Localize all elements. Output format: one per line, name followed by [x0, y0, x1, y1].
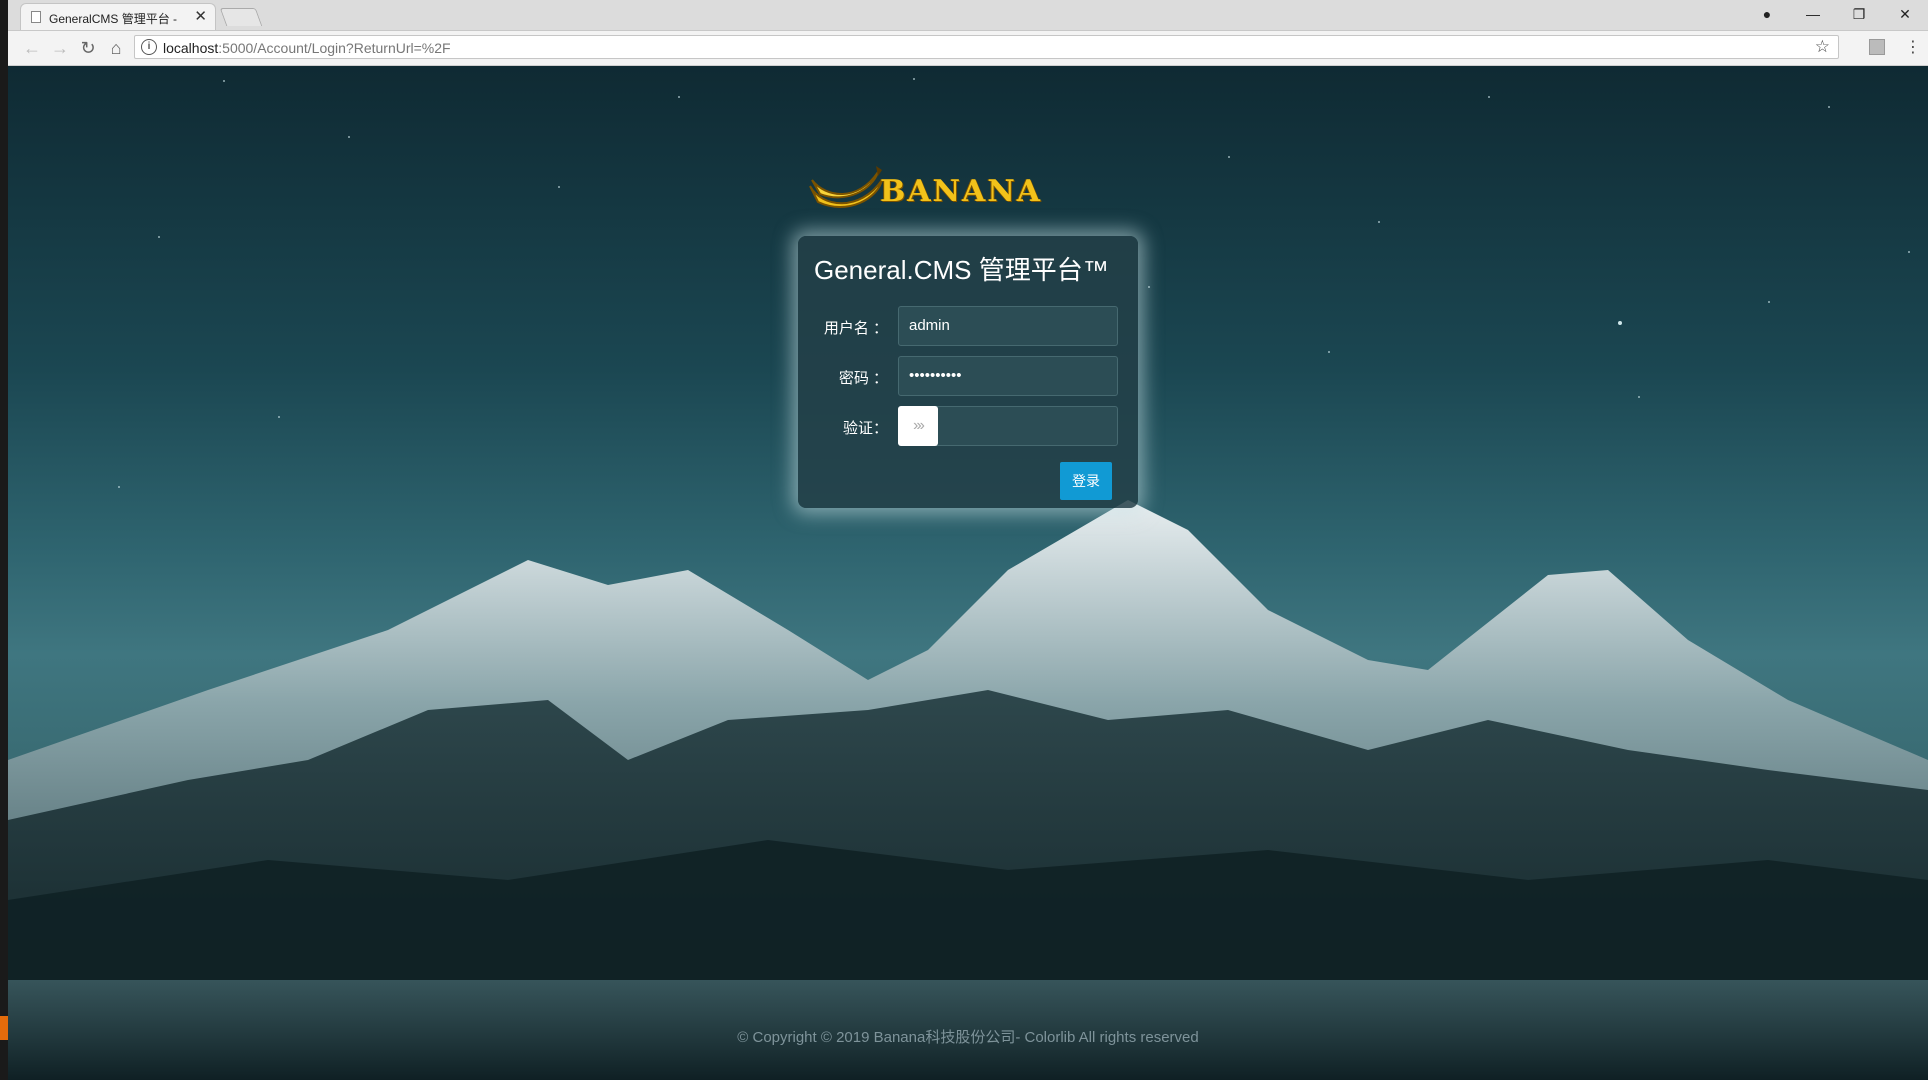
address-bar[interactable]: i localhost:5000/Account/Login?ReturnUrl… — [134, 35, 1839, 59]
browser-window: GeneralCMS 管理平台 - ✕ ● — ❐ ✕ ← → ↻ ⌂ i lo… — [8, 0, 1928, 1080]
url-text: localhost:5000/Account/Login?ReturnUrl=%… — [163, 40, 451, 56]
active-tab[interactable]: GeneralCMS 管理平台 - ✕ — [20, 3, 216, 30]
browser-toolbar: ← → ↻ ⌂ i localhost:5000/Account/Login?R… — [8, 31, 1928, 66]
profile-icon[interactable]: ● — [1744, 0, 1790, 30]
taskbar-strip — [0, 0, 8, 1080]
menu-dots-icon[interactable]: ⋮ — [1905, 37, 1921, 57]
password-input[interactable]: •••••••••• — [898, 356, 1118, 396]
username-row: 用户名 ： admin — [798, 306, 1138, 346]
verify-label: 验证： — [842, 420, 888, 437]
login-button[interactable]: 登录 — [1060, 462, 1112, 500]
password-label: 密码 ： — [838, 370, 888, 387]
tab-title: GeneralCMS 管理平台 - — [49, 12, 178, 26]
verify-row: 验证： ››› — [798, 406, 1138, 446]
back-icon[interactable]: ← — [20, 36, 44, 60]
password-row: 密码 ： •••••••••• — [798, 356, 1138, 396]
restore-icon[interactable]: ❐ — [1836, 0, 1882, 30]
mountain-illustration — [8, 500, 1928, 1080]
close-tab-icon[interactable]: ✕ — [194, 7, 207, 25]
tab-bar: GeneralCMS 管理平台 - ✕ ● — ❐ ✕ — [8, 0, 1928, 31]
url-host: localhost — [163, 40, 219, 56]
taskbar-accent — [0, 1016, 8, 1040]
minimize-icon[interactable]: — — [1790, 0, 1836, 30]
login-card: General.CMS 管理平台™ 用户名 ： admin 密码 ： •••••… — [798, 236, 1138, 508]
url-path: :5000/Account/Login?ReturnUrl=%2F — [218, 40, 451, 56]
extension-icon[interactable] — [1869, 39, 1885, 55]
home-icon[interactable]: ⌂ — [104, 36, 128, 60]
forward-icon[interactable]: → — [48, 36, 72, 60]
logo-text: BANANA — [880, 174, 1043, 209]
brand-logo: BANANA — [808, 164, 1048, 218]
reload-icon[interactable]: ↻ — [76, 36, 100, 60]
page-icon — [31, 11, 41, 23]
login-page: BANANA General.CMS 管理平台™ 用户名 ： admin 密码 … — [8, 66, 1928, 1080]
login-title: General.CMS 管理平台™ — [814, 255, 1109, 285]
username-input[interactable]: admin — [898, 306, 1118, 346]
new-tab-button[interactable] — [219, 8, 263, 26]
banana-icon — [809, 166, 883, 208]
info-icon[interactable]: i — [141, 39, 157, 55]
verify-slider-handle[interactable]: ››› — [898, 406, 938, 446]
username-label: 用户名 ： — [823, 320, 888, 337]
bookmark-star-icon[interactable]: ☆ — [1815, 37, 1830, 57]
copyright-text: © Copyright © 2019 Banana科技股份公司- Colorli… — [737, 1029, 1199, 1046]
close-window-icon[interactable]: ✕ — [1882, 0, 1928, 30]
